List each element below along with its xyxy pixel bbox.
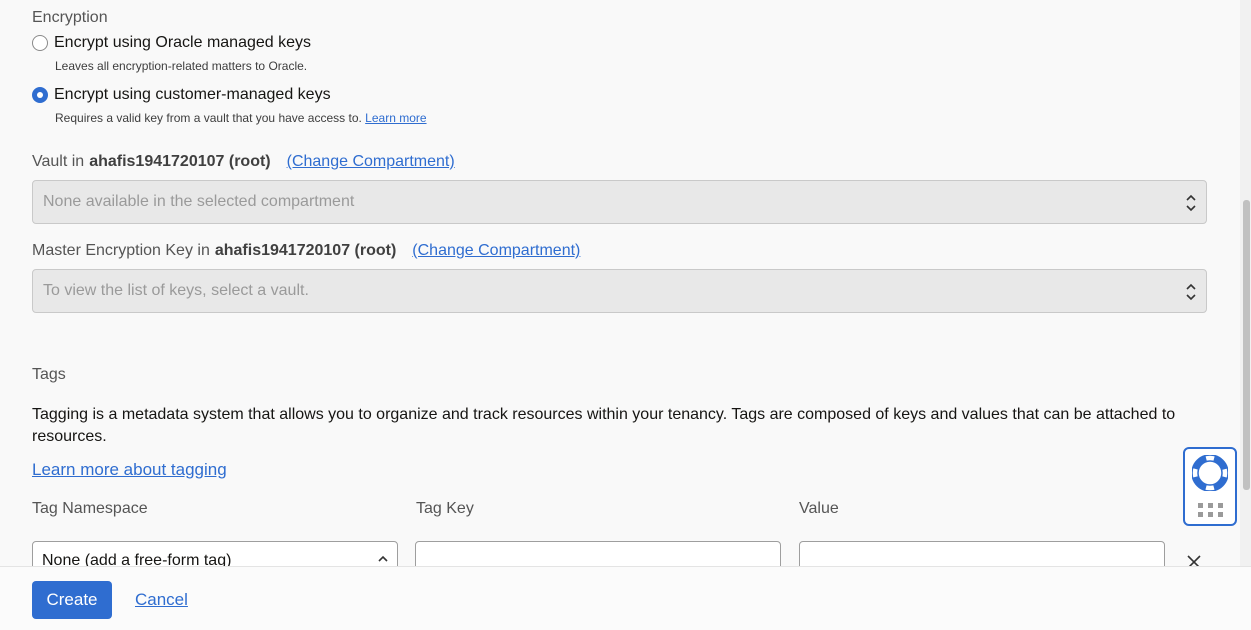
chevron-updown-icon (1186, 283, 1196, 301)
radio-oracle-managed-keys[interactable]: Encrypt using Oracle managed keys (32, 34, 311, 52)
radio-help-oracle-managed: Leaves all encryption-related matters to… (55, 59, 308, 73)
scrollbar-thumb[interactable] (1243, 200, 1250, 490)
tag-key-input[interactable] (415, 541, 781, 566)
master-key-select[interactable]: To view the list of keys, select a vault… (32, 269, 1207, 313)
chevron-up-icon (378, 555, 388, 562)
tag-namespace-header: Tag Namespace (32, 500, 148, 517)
vault-label: Vault in ahafis1941720107 (root) (Change… (32, 153, 455, 171)
tags-section-label: Tags (32, 366, 66, 383)
create-button[interactable]: Create (32, 581, 112, 619)
tag-value-header: Value (799, 500, 839, 517)
chevron-updown-icon (1186, 194, 1196, 212)
vault-compartment-name: ahafis1941720107 (root) (89, 153, 271, 170)
master-key-label: Master Encryption Key in ahafis194172010… (32, 242, 580, 260)
grid-dots-icon (1198, 503, 1223, 517)
vault-select[interactable]: None available in the selected compartme… (32, 180, 1207, 224)
radio-label-customer-managed: Encrypt using customer-managed keys (54, 86, 331, 103)
tag-key-header: Tag Key (416, 500, 474, 517)
cancel-button[interactable]: Cancel (135, 590, 188, 610)
master-key-compartment-name: ahafis1941720107 (root) (214, 242, 397, 259)
form-scroll-area: Encryption Encrypt using Oracle managed … (0, 0, 1240, 566)
learn-more-tagging-link[interactable]: Learn more about tagging (32, 460, 227, 480)
master-key-change-compartment-link[interactable]: (Change Compartment) (412, 242, 580, 260)
vault-select-placeholder: None available in the selected compartme… (43, 193, 355, 210)
tag-namespace-value: None (add a free-form tag) (42, 552, 232, 566)
radio-help-customer-managed: Requires a valid key from a vault that y… (55, 111, 427, 125)
lifebuoy-icon (1192, 455, 1228, 491)
learn-more-link[interactable]: Learn more (365, 111, 426, 125)
master-key-label-text: Master Encryption Key in (32, 242, 210, 259)
tags-description: Tagging is a metadata system that allows… (32, 406, 1176, 445)
radio-button-unchecked[interactable] (32, 35, 48, 51)
radio-help-text: Requires a valid key from a vault that y… (55, 111, 362, 125)
form-footer: Create Cancel (0, 566, 1251, 630)
radio-customer-managed-keys[interactable]: Encrypt using customer-managed keys (32, 86, 331, 104)
radio-label-oracle-managed: Encrypt using Oracle managed keys (54, 34, 312, 51)
encryption-section-label: Encryption (32, 9, 108, 26)
vault-label-text: Vault in (32, 153, 85, 170)
close-icon[interactable] (1187, 555, 1201, 566)
master-key-select-placeholder: To view the list of keys, select a vault… (43, 282, 309, 299)
radio-button-checked[interactable] (32, 87, 48, 103)
vault-change-compartment-link[interactable]: (Change Compartment) (287, 153, 455, 171)
tag-value-input[interactable] (799, 541, 1165, 566)
help-widget[interactable] (1183, 447, 1237, 526)
create-form-page: Encryption Encrypt using Oracle managed … (0, 0, 1251, 630)
tag-namespace-select[interactable]: None (add a free-form tag) (32, 541, 398, 566)
